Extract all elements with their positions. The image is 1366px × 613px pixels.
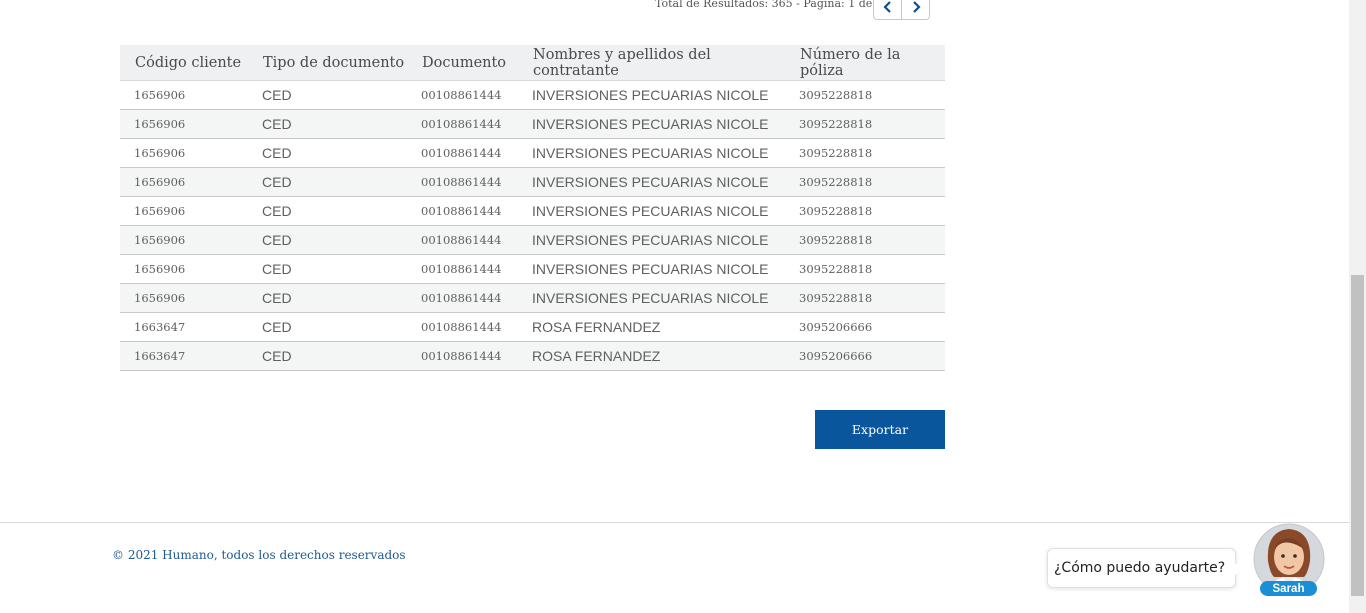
pagination-controls xyxy=(873,0,930,20)
scrollbar-thumb[interactable] xyxy=(1351,275,1364,596)
cell-contractor-name: ROSA FERNANDEZ xyxy=(532,312,799,342)
cell-document: 00108861444 xyxy=(421,283,532,313)
cell-document: 00108861444 xyxy=(421,138,532,168)
cell-document-type: CED xyxy=(262,312,421,342)
cell-client-code: 1656906 xyxy=(120,109,262,139)
column-header-document[interactable]: Documento xyxy=(421,45,532,81)
cell-document-type: CED xyxy=(262,225,421,255)
cell-document-type: CED xyxy=(262,109,421,139)
cell-document: 00108861444 xyxy=(421,254,532,284)
cell-document-type: CED xyxy=(262,196,421,226)
cell-contractor-name: INVERSIONES PECUARIAS NICOLE xyxy=(532,196,799,226)
cell-document-type: CED xyxy=(262,167,421,197)
results-table: Código cliente Tipo de documento Documen… xyxy=(120,45,945,371)
column-header-document-type[interactable]: Tipo de documento xyxy=(262,45,421,81)
chevron-left-icon xyxy=(882,1,891,13)
cell-contractor-name: INVERSIONES PECUARIAS NICOLE xyxy=(532,109,799,139)
cell-document-type: CED xyxy=(262,138,421,168)
pagination-summary: Total de Resultados: 365 - Página: 1 de … xyxy=(655,0,890,10)
cell-contractor-name: INVERSIONES PECUARIAS NICOLE xyxy=(532,283,799,313)
cell-contractor-name: INVERSIONES PECUARIAS NICOLE xyxy=(532,167,799,197)
page: Total de Resultados: 365 - Página: 1 de … xyxy=(0,0,1349,613)
cell-policy-number: 3095228818 xyxy=(799,254,945,284)
cell-document-type: CED xyxy=(262,341,421,371)
cell-policy-number: 3095228818 xyxy=(799,109,945,139)
cell-document-type: CED xyxy=(262,254,421,284)
cell-client-code: 1663647 xyxy=(120,341,262,371)
cell-contractor-name: INVERSIONES PECUARIAS NICOLE xyxy=(532,254,799,284)
footer-divider xyxy=(0,522,1349,523)
cell-client-code: 1656906 xyxy=(120,196,262,226)
cell-policy-number: 3095228818 xyxy=(799,283,945,313)
export-button[interactable]: Exportar xyxy=(815,410,945,449)
cell-contractor-name: INVERSIONES PECUARIAS NICOLE xyxy=(532,138,799,168)
footer-copyright: © 2021 Humano, todos los derechos reserv… xyxy=(112,548,406,562)
column-header-policy-number[interactable]: Número de la póliza xyxy=(799,45,945,81)
cell-document: 00108861444 xyxy=(421,196,532,226)
cell-policy-number: 3095228818 xyxy=(799,138,945,168)
cell-contractor-name: INVERSIONES PECUARIAS NICOLE xyxy=(532,225,799,255)
cell-document-type: CED xyxy=(262,283,421,313)
table-body: 1656906 CED 00108861444 INVERSIONES PECUARI… xyxy=(120,80,945,371)
cell-document: 00108861444 xyxy=(421,80,532,110)
table-row[interactable]: 1656906 CED 00108861444 INVERSIONES PECUARI… xyxy=(120,109,945,139)
table-row[interactable]: 1656906 CED 00108861444 INVERSIONES PECUARI… xyxy=(120,167,945,197)
cell-client-code: 1656906 xyxy=(120,138,262,168)
cell-client-code: 1656906 xyxy=(120,167,262,197)
cell-document: 00108861444 xyxy=(421,312,532,342)
cell-client-code: 1656906 xyxy=(120,80,262,110)
chevron-right-icon xyxy=(912,1,921,13)
cell-document: 00108861444 xyxy=(421,341,532,371)
cell-client-code: 1656906 xyxy=(120,225,262,255)
table-row[interactable]: 1663647 CED 00108861444 ROSA FERNANDEZ 30952… xyxy=(120,341,945,371)
next-page-button[interactable] xyxy=(902,0,930,20)
chat-prompt-bubble[interactable]: ¿Cómo puedo ayudarte? xyxy=(1047,548,1242,588)
cell-policy-number: 3095206666 xyxy=(799,312,945,342)
table-row[interactable]: 1656906 CED 00108861444 INVERSIONES PECUARI… xyxy=(120,196,945,226)
cell-contractor-name: INVERSIONES PECUARIAS NICOLE xyxy=(532,80,799,110)
cell-policy-number: 3095228818 xyxy=(799,80,945,110)
cell-document-type: CED xyxy=(262,80,421,110)
cell-client-code: 1663647 xyxy=(120,312,262,342)
table-row[interactable]: 1656906 CED 00108861444 INVERSIONES PECUARI… xyxy=(120,138,945,168)
column-header-client-code[interactable]: Código cliente xyxy=(120,45,262,81)
cell-policy-number: 3095228818 xyxy=(799,167,945,197)
assistant-name-badge: Sarah xyxy=(1260,581,1317,596)
cell-policy-number: 3095206666 xyxy=(799,341,945,371)
table-row[interactable]: 1656906 CED 00108861444 INVERSIONES PECUARI… xyxy=(120,80,945,110)
table-row[interactable]: 1656906 CED 00108861444 INVERSIONES PECUARI… xyxy=(120,254,945,284)
cell-client-code: 1656906 xyxy=(120,254,262,284)
cell-contractor-name: ROSA FERNANDEZ xyxy=(532,341,799,371)
cell-document: 00108861444 xyxy=(421,167,532,197)
cell-client-code: 1656906 xyxy=(120,283,262,313)
table-header-row: Código cliente Tipo de documento Documen… xyxy=(120,45,945,81)
cell-policy-number: 3095228818 xyxy=(799,225,945,255)
previous-page-button[interactable] xyxy=(873,0,902,20)
column-header-contractor-name[interactable]: Nombres y apellidos del contratante xyxy=(532,45,799,81)
table-row[interactable]: 1656906 CED 00108861444 INVERSIONES PECUARI… xyxy=(120,283,945,313)
table-row[interactable]: 1663647 CED 00108861444 ROSA FERNANDEZ 30952… xyxy=(120,312,945,342)
cell-document: 00108861444 xyxy=(421,109,532,139)
cell-policy-number: 3095228818 xyxy=(799,196,945,226)
table-row[interactable]: 1656906 CED 00108861444 INVERSIONES PECUARI… xyxy=(120,225,945,255)
cell-document: 00108861444 xyxy=(421,225,532,255)
